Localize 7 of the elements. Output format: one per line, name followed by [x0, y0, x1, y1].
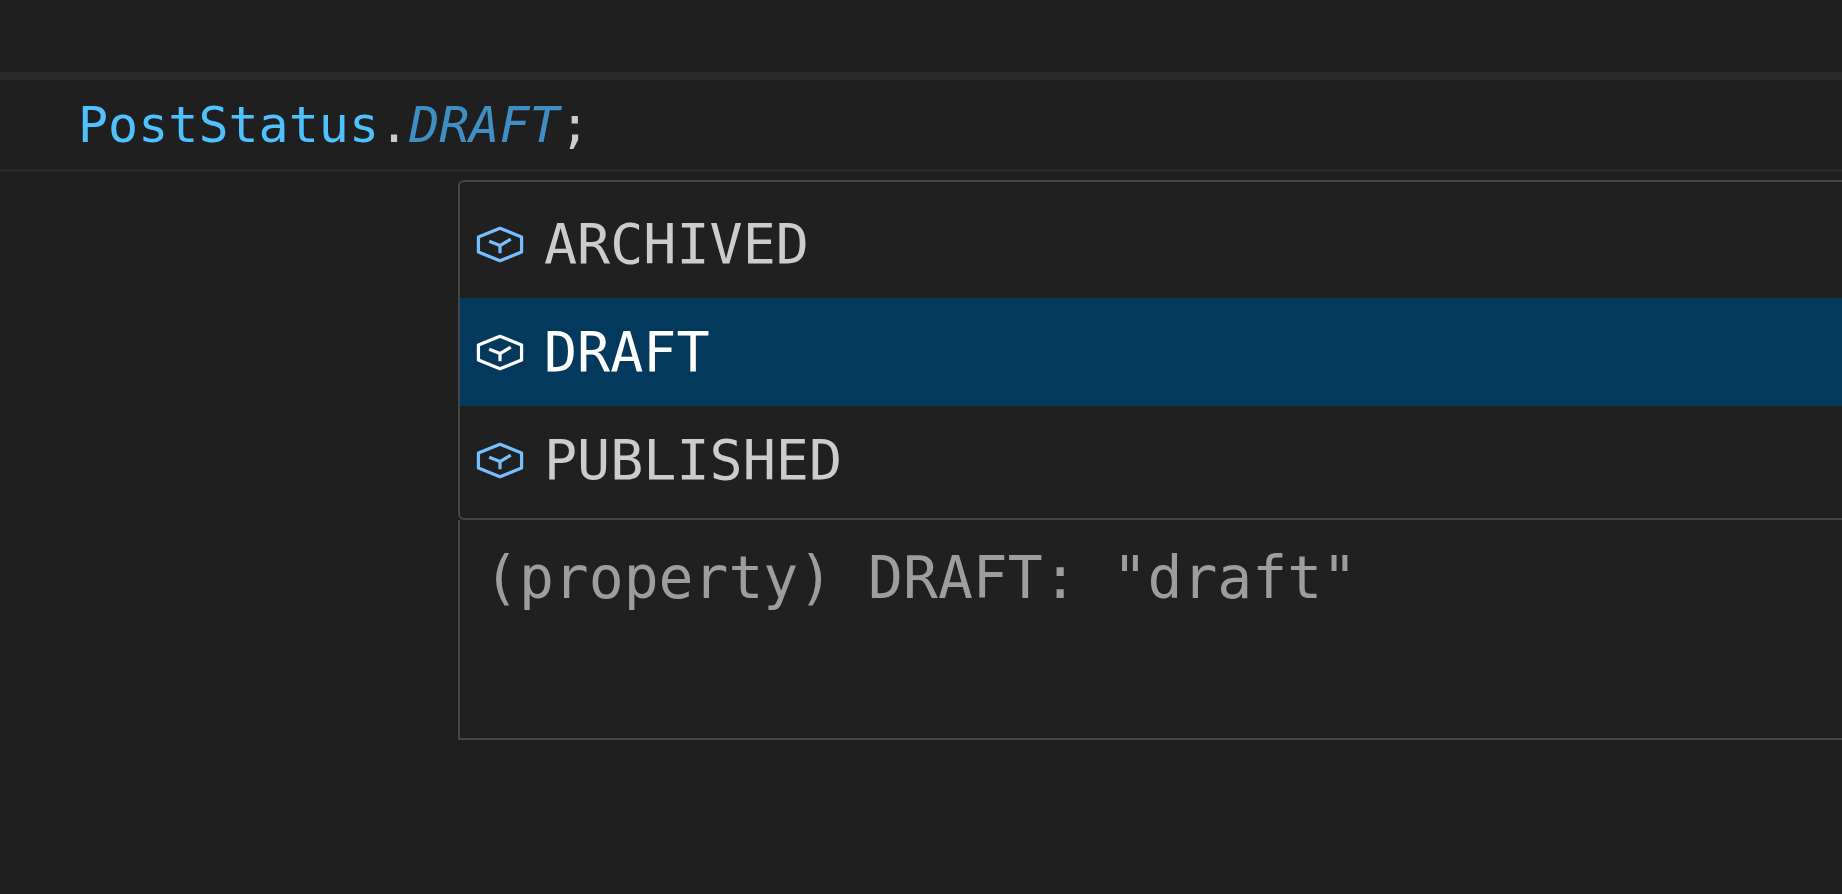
property-signature: (property) DRAFT: "draft" — [484, 544, 1357, 612]
suggestion-item[interactable]: ARCHIVED — [460, 190, 1842, 298]
code-token: DRAFT — [409, 95, 560, 154]
code-token: . — [379, 95, 410, 154]
suggestion-item[interactable]: PUBLISHED — [460, 406, 1842, 514]
suggestion-item[interactable]: DRAFT — [460, 298, 1842, 406]
code-token: PostStatus — [78, 95, 380, 154]
